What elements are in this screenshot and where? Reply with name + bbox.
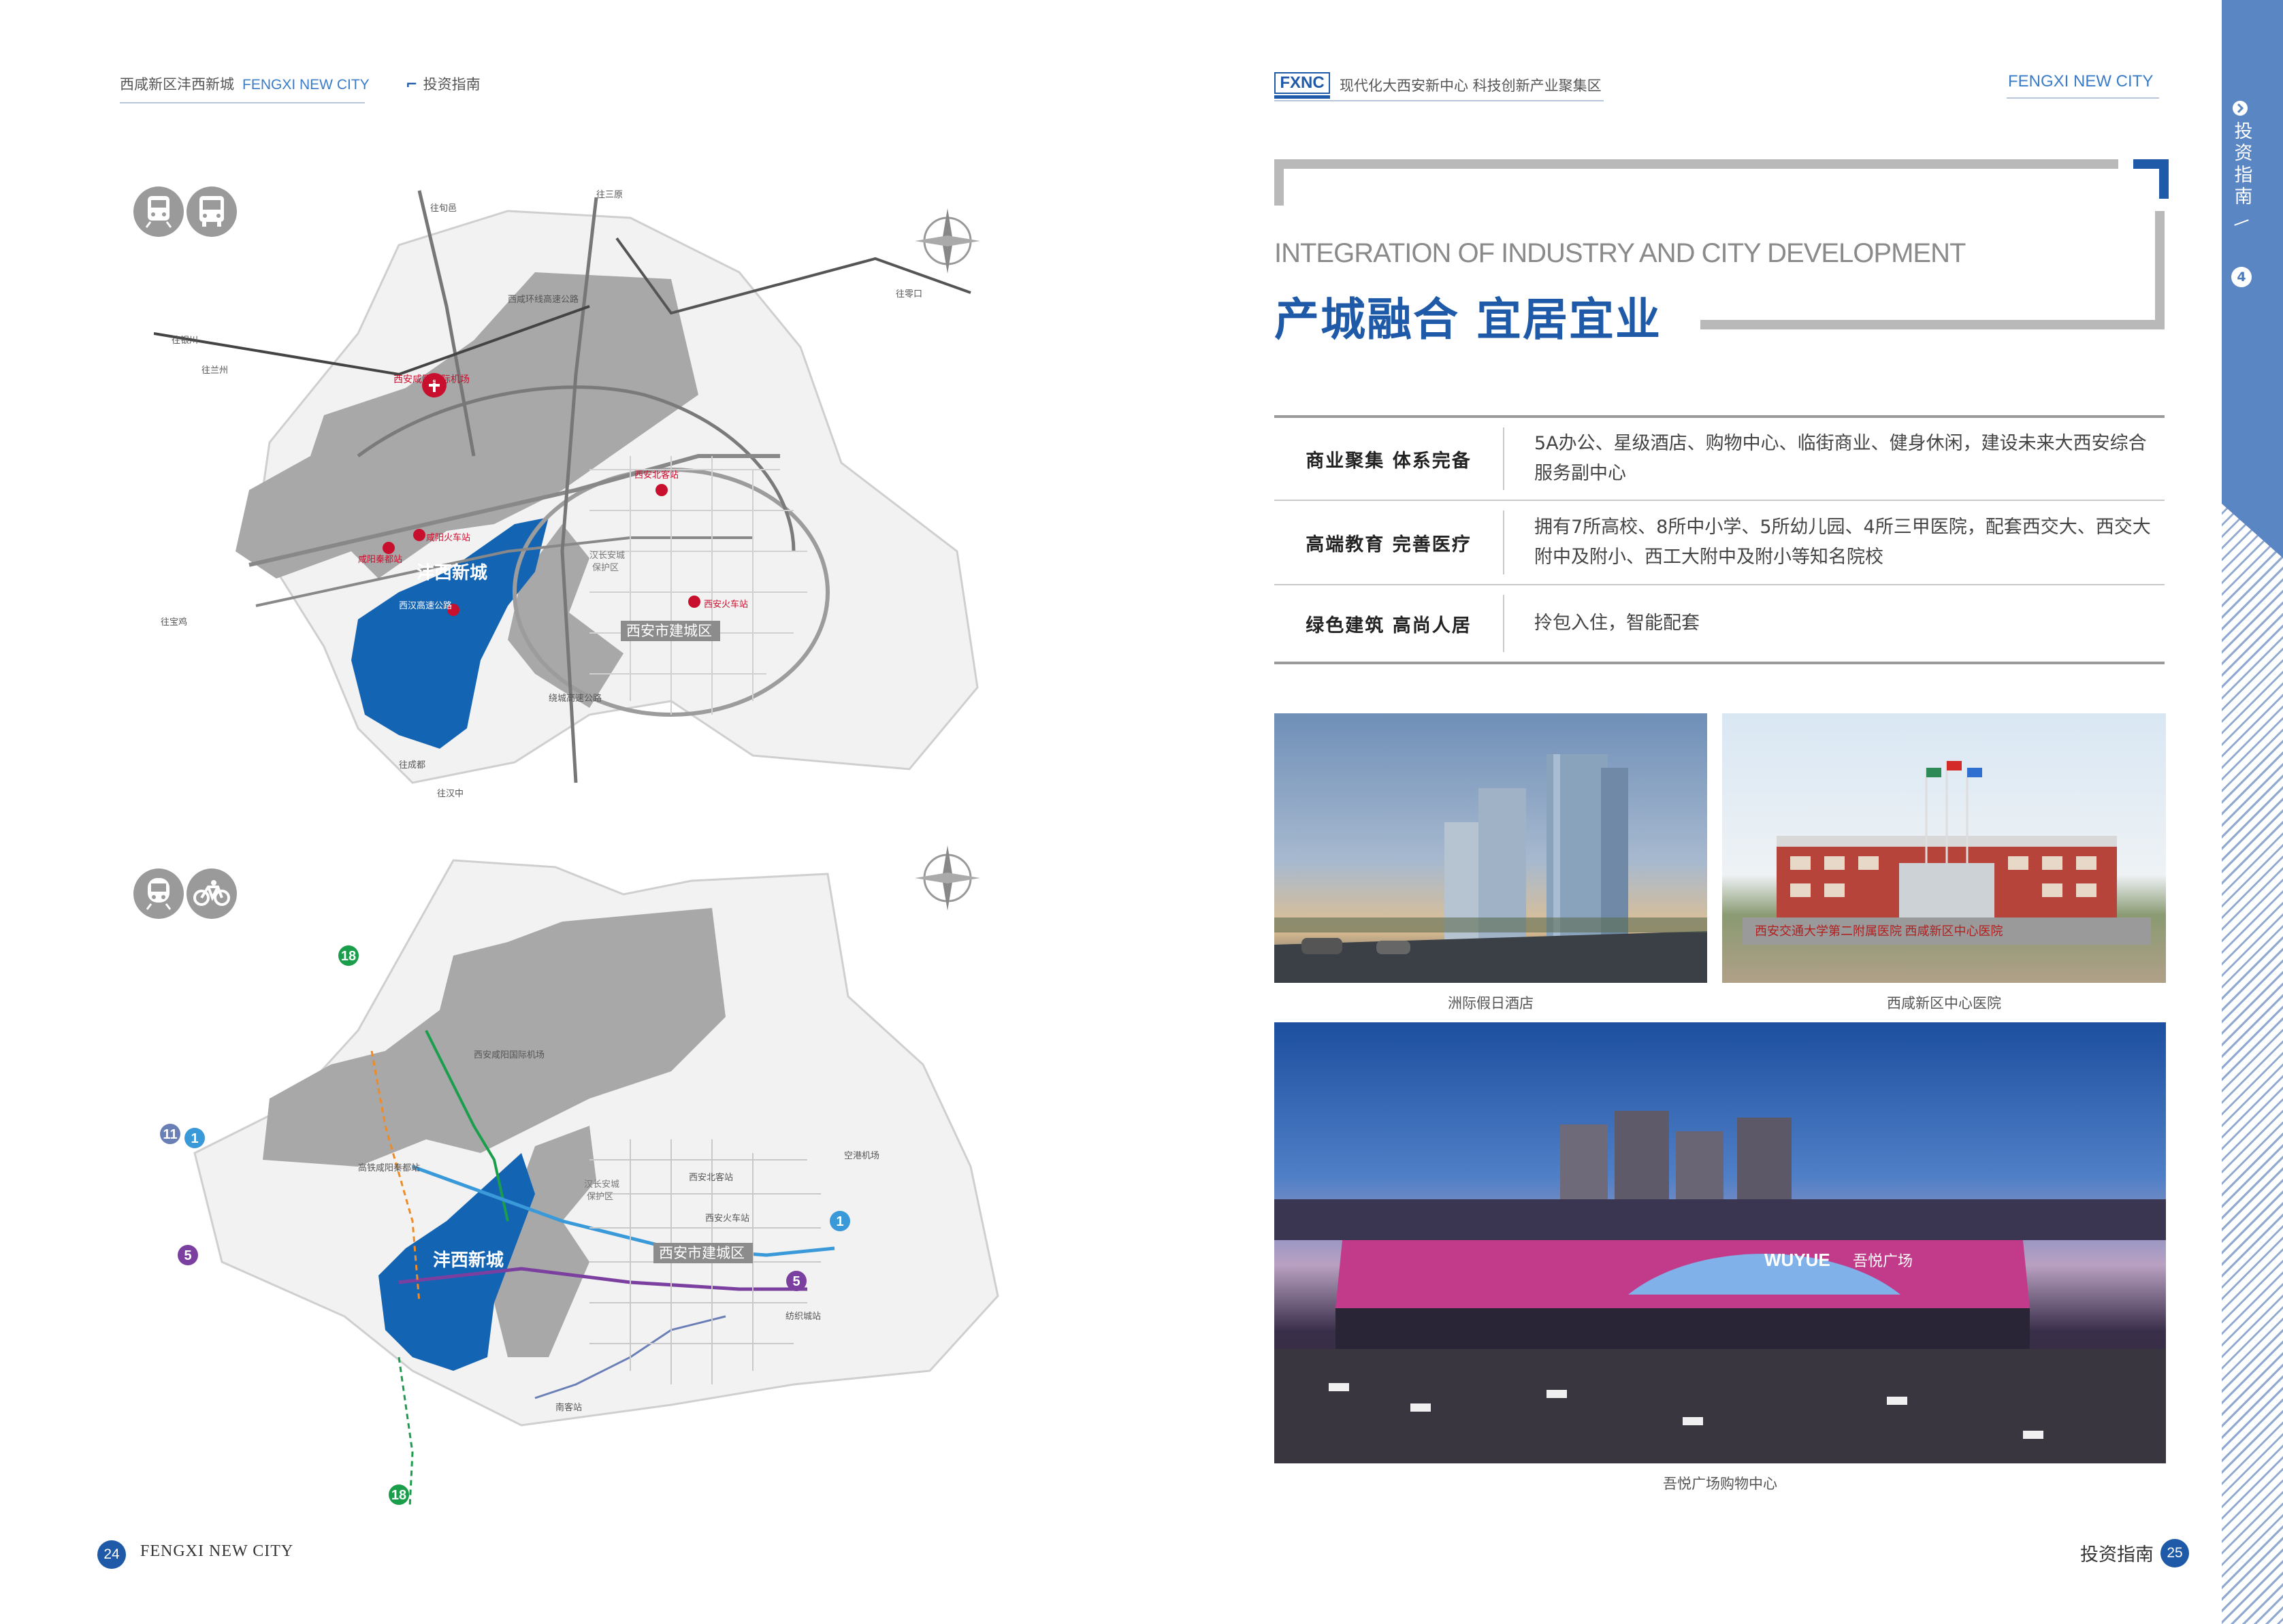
map-label-hanchang-bottom: 汉长安城 — [584, 1179, 619, 1189]
line-badge-5-east: 5 — [792, 1274, 800, 1289]
right-header-brand: FENGXI NEW CITY — [2008, 72, 2154, 91]
metro-map-bottom: 18 11 1 5 1 5 18 沣西新城 西安市建城区 西安咸阳国际机场 高铁… — [154, 840, 1011, 1521]
map-label-xianyang-station: 咸阳火车站 — [426, 532, 470, 542]
line-badge-18-top: 18 — [341, 949, 356, 964]
mall-photo: WUYUE 吾悦广场 — [1274, 1022, 2166, 1463]
map-label-to-lingkou: 往零口 — [896, 289, 922, 299]
mall-sign-text: 吾悦广场 — [1853, 1252, 1913, 1269]
fxnc-logo-bar — [1274, 95, 1330, 99]
map-label-airport: 西安咸阳国际机场 — [393, 374, 470, 385]
left-page-number: 24 — [97, 1540, 126, 1569]
left-header-section: ⌐ 投资指南 — [406, 74, 481, 94]
map-label-city-bottom: 西安市建城区 — [659, 1246, 745, 1261]
feature-text: 拥有7所高校、8所中小学、5所幼儿园、4所三甲医院，配套西交大、西交大附中及附小… — [1534, 517, 2151, 568]
right-footer-section: 投资指南 — [2080, 1544, 2154, 1565]
feature-row: 商业聚集 体系完备 5A办公、星级酒店、购物中心、临街商业、健身休闲，建设未来大… — [1274, 418, 2165, 501]
section-mark-icon: ⌐ — [406, 76, 418, 93]
feature-row: 绿色建筑 高尚人居 拎包入住，智能配套 — [1274, 585, 2165, 664]
right-header-tagline: 现代化大西安新中心 科技创新产业聚集区 — [1340, 78, 1602, 94]
right-header-rule — [1274, 100, 1604, 101]
map-label-to-xunyi: 往旬邑 — [430, 203, 457, 213]
left-running-header: 西咸新区沣西新城 FENGXI NEW CITY — [120, 74, 370, 94]
title-frame-right — [2155, 211, 2165, 329]
map-label-baohu-bottom: 保护区 — [587, 1191, 613, 1201]
compass-icon — [915, 208, 980, 274]
hospital-caption: 西咸新区中心医院 — [1887, 995, 2001, 1011]
left-header-rule — [120, 102, 365, 103]
hotel-photo — [1274, 713, 1707, 983]
compass-icon-bottom — [915, 845, 980, 911]
section-title-cn: 产城融合 宜居宜业 — [1274, 293, 1662, 346]
map-label-qin-bottom: 高铁咸阳秦都站 — [358, 1163, 420, 1173]
line-badge-5-west: 5 — [184, 1248, 191, 1263]
map-label-to-chengdu: 往成都 — [399, 760, 425, 770]
map-label-district-bottom: 沣西新城 — [433, 1250, 504, 1270]
feature-label: 商业聚集 体系完备 — [1306, 450, 1472, 472]
section-title-en: INTEGRATION OF INDUSTRY AND CITY DEVELOP… — [1274, 238, 1966, 268]
map-label-raocheng: 绕城高速公路 — [549, 693, 602, 703]
map-label-hanchang-top: 汉长安城 — [589, 550, 625, 560]
feature-label: 绿色建筑 高尚人居 — [1306, 615, 1472, 636]
fxnc-logo: FXNC — [1274, 72, 1330, 94]
left-footer-brand: FENGXI NEW CITY — [140, 1542, 294, 1560]
line-badge-11: 11 — [163, 1127, 177, 1142]
map-label-xian-north: 西安北客站 — [634, 470, 679, 480]
title-frame-left — [1274, 159, 1284, 206]
side-tab-label: 投资指南 — [2234, 121, 2253, 208]
side-stripe-pattern — [2222, 504, 2283, 1624]
chevron-right-icon — [2233, 101, 2248, 116]
title-frame-bottom — [1700, 320, 2165, 329]
left-header-brand: FENGXI NEW CITY — [242, 77, 370, 93]
mall-logo-text: WUYUE — [1764, 1250, 1830, 1270]
map-label-to-yinchuan: 往银川 — [172, 335, 198, 345]
map-label-to-baoji: 往宝鸡 — [161, 617, 187, 627]
side-tab-chapter: 4 — [2231, 267, 2252, 287]
hospital-sign-text: 西安交通大学第二附属医院 西咸新区中心医院 — [1755, 924, 2003, 938]
feature-text: 5A办公、星级酒店、购物中心、临街商业、健身休闲，建设未来大西安综合服务副中心 — [1534, 433, 2147, 484]
hospital-photo: 西安交通大学第二附属医院 西咸新区中心医院 — [1722, 713, 2166, 983]
mall-caption: 吾悦广场购物中心 — [1663, 1476, 1777, 1492]
map-label-north-bottom: 西安北客站 — [689, 1172, 733, 1182]
map-label-city-top: 西安市建城区 — [626, 623, 712, 639]
feature-text: 拎包入住，智能配套 — [1534, 613, 1700, 634]
map-label-xian-station: 西安火车站 — [704, 599, 748, 609]
map-label-airport-bottom: 西安咸阳国际机场 — [474, 1050, 545, 1060]
feature-row: 高端教育 完善医疗 拥有7所高校、8所中小学、5所幼儿园、4所三甲医院，配套西交… — [1274, 501, 2165, 585]
transport-map-top: 西安咸阳国际机场 咸阳火车站 咸阳秦都站 西安北客站 西安火车站 西汉高速公路 … — [153, 170, 991, 810]
map-label-district-top: 沣西新城 — [417, 562, 487, 583]
right-page-number: 25 — [2160, 1539, 2189, 1568]
map-label-to-lanzhou: 往兰州 — [201, 365, 228, 375]
line-badge-1-east: 1 — [836, 1214, 843, 1229]
title-corner-accent-v — [2159, 159, 2169, 199]
map-label-xianxi: 西咸环线高速公路 — [508, 294, 579, 304]
map-label-baohu-top: 保护区 — [592, 562, 619, 572]
map-label-south-bottom: 南客站 — [555, 1402, 582, 1412]
left-header-section-label: 投资指南 — [423, 76, 481, 93]
line-badge-1-west: 1 — [191, 1131, 198, 1146]
feature-label: 高端教育 完善医疗 — [1306, 534, 1472, 555]
map-label-airport2: 空港机场 — [844, 1150, 879, 1160]
left-header-title: 西咸新区沣西新城 — [120, 76, 234, 93]
map-label-station-bottom: 西安火车站 — [705, 1213, 749, 1223]
map-label-to-sanyuan: 往三原 — [596, 189, 623, 199]
map-label-to-hanzhong: 往汉中 — [437, 788, 464, 798]
map-label-fangzhi: 纺织城站 — [786, 1311, 821, 1321]
map-label-xihan: 西汉高速公路 — [399, 600, 452, 611]
map-label-qin-station: 咸阳秦都站 — [358, 554, 402, 564]
hotel-caption: 洲际假日酒店 — [1448, 995, 1534, 1011]
line-badge-18-bottom: 18 — [391, 1488, 406, 1503]
feature-table: 商业聚集 体系完备 5A办公、星级酒店、购物中心、临街商业、健身休闲，建设未来大… — [1274, 415, 2165, 664]
right-brand-rule — [2007, 97, 2159, 99]
title-frame — [1274, 159, 2118, 169]
